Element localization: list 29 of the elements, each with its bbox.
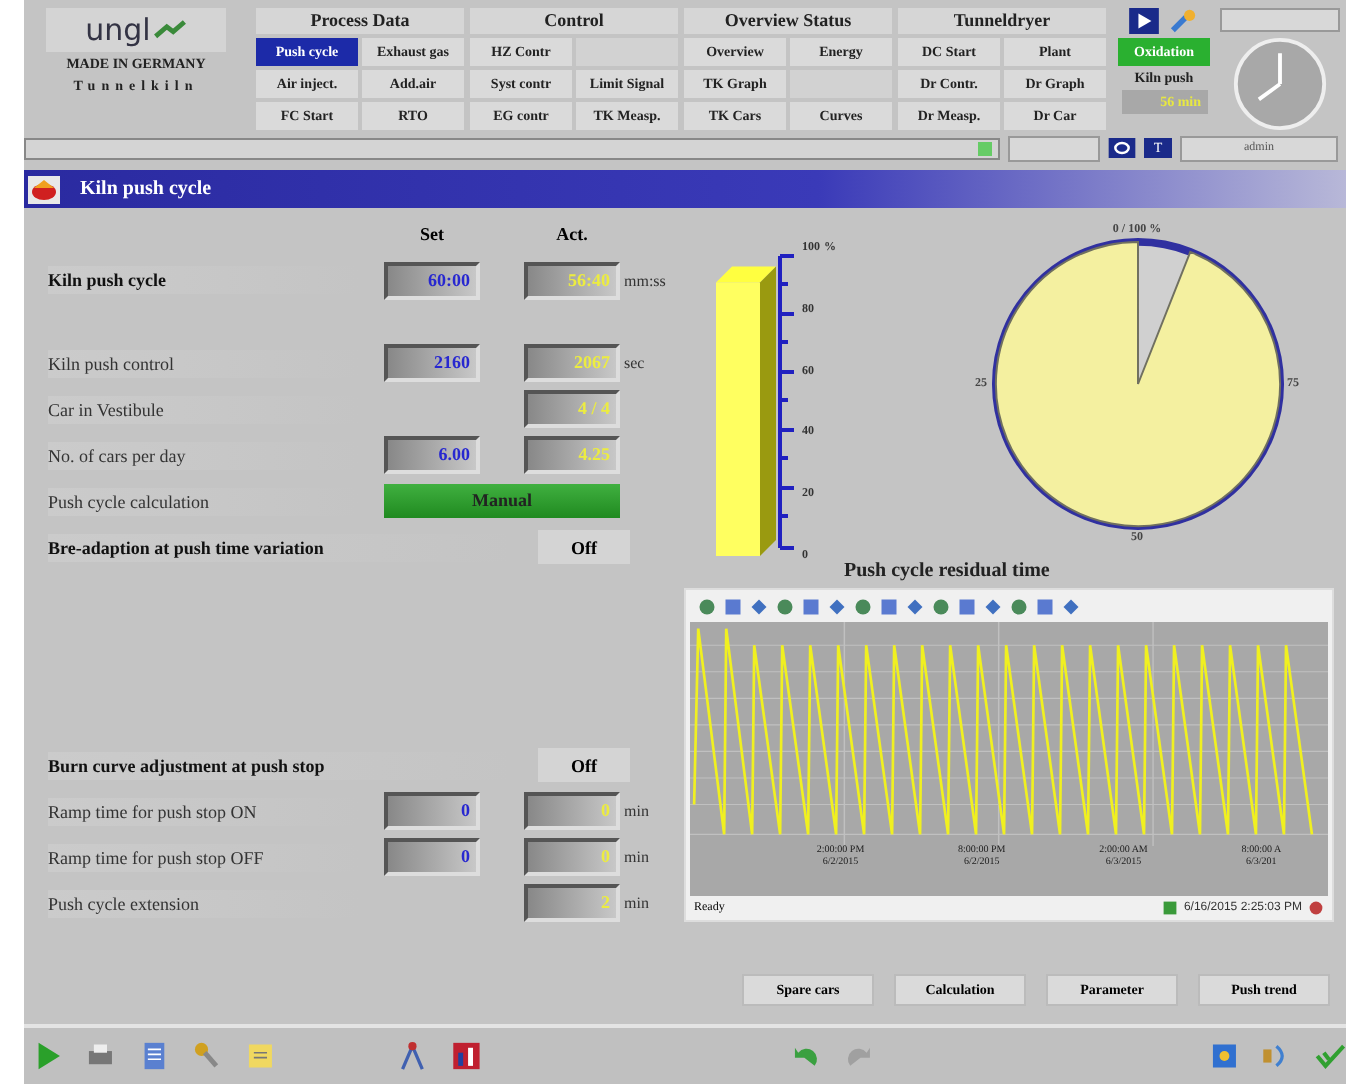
toggle-button[interactable]: Off bbox=[538, 530, 630, 564]
nav-group-header: Tunneldryer bbox=[898, 8, 1106, 34]
logo: ungl bbox=[46, 8, 226, 52]
nav-group-header: Process Data bbox=[256, 8, 464, 34]
actual-value: 2067 bbox=[524, 344, 620, 382]
window-title: Kiln push cycle bbox=[80, 178, 212, 200]
setpoint-field[interactable]: 0 bbox=[384, 792, 480, 830]
unit-label: min bbox=[624, 894, 649, 912]
unit-label: sec bbox=[624, 354, 645, 372]
actual-value: 2 bbox=[524, 884, 620, 922]
unit-label: min bbox=[624, 848, 649, 866]
actual-value: 4.25 bbox=[524, 436, 620, 474]
trend-title: Push cycle residual time bbox=[842, 560, 1052, 586]
setpoint-field[interactable]: 6.00 bbox=[384, 436, 480, 474]
set-header: Set bbox=[418, 224, 446, 248]
setpoint-field[interactable]: 0 bbox=[384, 838, 480, 876]
nav-group-header: Control bbox=[470, 8, 678, 34]
setpoint-field[interactable]: 2160 bbox=[384, 344, 480, 382]
setpoint-field[interactable]: 60:00 bbox=[384, 261, 480, 299]
actual-value: 0 bbox=[524, 838, 620, 876]
actual-value: 0 bbox=[524, 792, 620, 830]
calculation-mode-indicator: Manual bbox=[384, 484, 620, 518]
unit-label: mm:ss bbox=[624, 271, 666, 289]
nav-group-header: Overview Status bbox=[684, 8, 892, 34]
toggle-button[interactable]: Off bbox=[538, 748, 630, 782]
actual-value: 4 / 4 bbox=[524, 390, 620, 428]
actual-value: 56:40 bbox=[524, 261, 620, 299]
unit-label: min bbox=[624, 802, 649, 820]
actual-header: Act. bbox=[554, 224, 590, 248]
